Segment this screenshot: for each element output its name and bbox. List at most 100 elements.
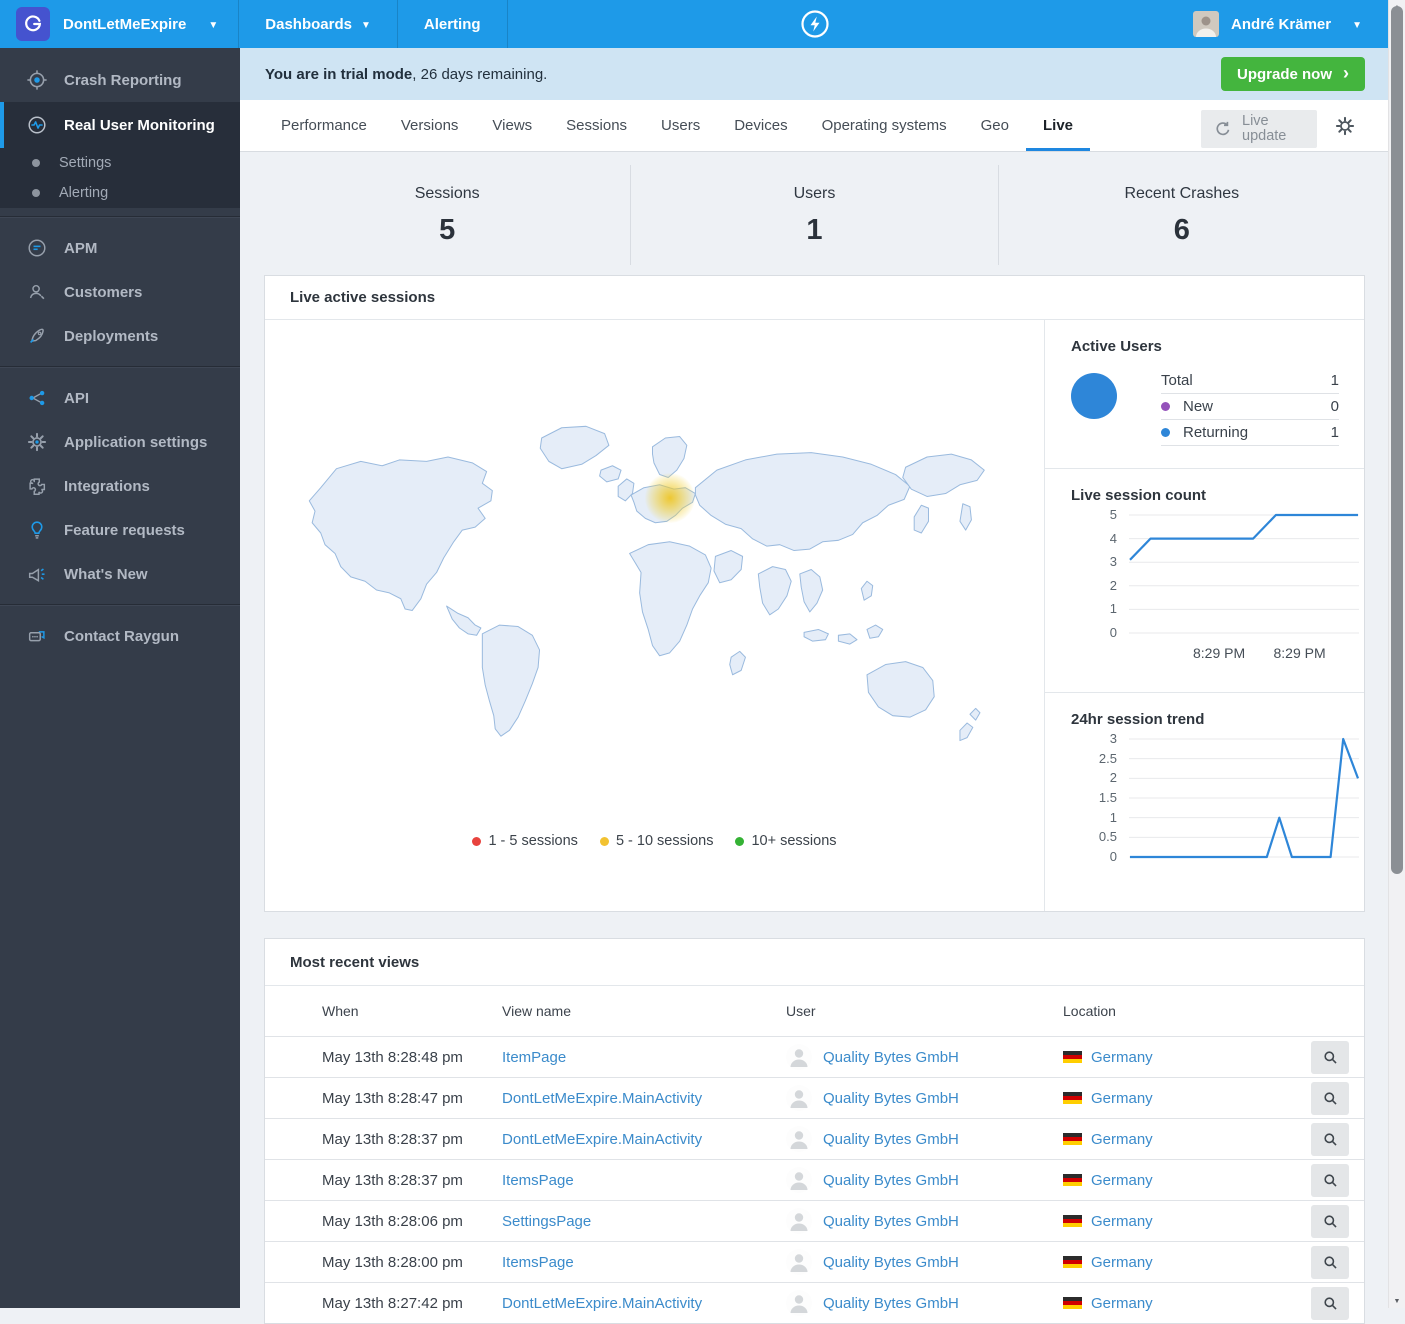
user-link[interactable]: Quality Bytes GmbH — [823, 1295, 959, 1312]
user-link[interactable]: Quality Bytes GmbH — [823, 1254, 959, 1271]
tab-users[interactable]: Users — [644, 100, 717, 151]
location-link[interactable]: Germany — [1091, 1049, 1153, 1066]
view-name-link[interactable]: DontLetMeExpire.MainActivity — [502, 1090, 702, 1107]
y-tick-label: 0 — [1109, 849, 1117, 864]
stat-sessions: Sessions 5 — [264, 165, 630, 265]
user-avatar-icon — [786, 1290, 812, 1316]
tab-live[interactable]: Live — [1025, 100, 1090, 151]
location-link[interactable]: Germany — [1091, 1090, 1153, 1107]
chevron-down-icon: ▼ — [360, 19, 371, 31]
sidebar-item-rum-alerting[interactable]: Alerting — [0, 178, 240, 208]
table-row: May 13th 8:28:06 pm SettingsPage Quality B… — [265, 1200, 1364, 1241]
user-link[interactable]: Quality Bytes GmbH — [823, 1090, 959, 1107]
view-name-link[interactable]: SettingsPage — [502, 1213, 591, 1230]
sidebar-item-rum-settings[interactable]: Settings — [0, 148, 240, 178]
y-tick-label: 2 — [1109, 577, 1117, 593]
inspect-view-button[interactable] — [1311, 1163, 1349, 1197]
inspect-view-button[interactable] — [1311, 1286, 1349, 1320]
megaphone-icon — [26, 563, 48, 585]
crosshair-icon — [26, 69, 48, 91]
sidebar-item-whats-new[interactable]: What's New — [0, 552, 240, 596]
user-menu[interactable]: André Krämer ▼ — [1193, 0, 1388, 48]
sidebar-item-apm[interactable]: APM — [0, 226, 240, 270]
location-link[interactable]: Germany — [1091, 1213, 1153, 1230]
germany-flag-icon — [1063, 1133, 1082, 1145]
sidebar-item-customers[interactable]: Customers — [0, 270, 240, 314]
scroll-down-arrow-icon[interactable]: ▼ — [1389, 1295, 1405, 1307]
vertical-scrollbar[interactable]: ▲ ▼ — [1388, 0, 1405, 1308]
app-name: DontLetMeExpire — [63, 15, 187, 33]
inspect-view-button[interactable] — [1311, 1245, 1349, 1279]
x-axis-label: 8:29 PM — [1193, 645, 1246, 661]
active-users-row-label: New — [1183, 398, 1214, 415]
column-user: User — [786, 1003, 816, 1019]
sidebar-item-contact-raygun[interactable]: Contact Raygun — [0, 614, 240, 658]
action-cell — [1311, 1204, 1349, 1238]
sidebar-item-api[interactable]: API — [0, 376, 240, 420]
nav-alerting[interactable]: Alerting — [398, 0, 508, 48]
y-tick-label: 3 — [1109, 731, 1117, 746]
view-name-link[interactable]: DontLetMeExpire.MainActivity — [502, 1131, 702, 1148]
inspect-view-button[interactable] — [1311, 1040, 1349, 1074]
user-link[interactable]: Quality Bytes GmbH — [823, 1213, 959, 1230]
stat-label: Users — [793, 185, 836, 202]
view-name-cell: ItemPage — [502, 1049, 786, 1066]
sidebar-item-real-user-monitoring[interactable]: Real User Monitoring — [0, 102, 240, 148]
sidebar-item-integrations[interactable]: Integrations — [0, 464, 240, 508]
nav-dashboards-label: Dashboards — [265, 15, 352, 33]
column-view-name: View name — [502, 1003, 572, 1019]
view-time: May 13th 8:28:48 pm — [322, 1048, 463, 1066]
sidebar-item-crash-reporting[interactable]: Crash Reporting — [0, 58, 240, 102]
sidebar-item-label: API — [64, 389, 90, 407]
legend-dot-icon — [1161, 428, 1170, 437]
sidebar-item-application-settings[interactable]: Application settings — [0, 420, 240, 464]
lightbulb-icon — [26, 519, 48, 541]
sidebar-item-feature-requests[interactable]: Feature requests — [0, 508, 240, 552]
view-name-cell: ItemsPage — [502, 1172, 786, 1189]
action-cell — [1311, 1122, 1349, 1156]
column-location: Location — [1063, 1003, 1116, 1019]
view-name-link[interactable]: ItemPage — [502, 1049, 566, 1066]
tab-devices[interactable]: Devices — [717, 100, 804, 151]
tab-views[interactable]: Views — [475, 100, 549, 151]
lightning-bolt-icon[interactable] — [798, 7, 832, 41]
tab-operating-systems[interactable]: Operating systems — [805, 100, 964, 151]
x-axis-label: 8:29 PM — [1273, 645, 1326, 661]
world-map: 1 - 5 sessions 5 - 10 sessions 10+ session… — [265, 320, 1044, 911]
sidebar-item-deployments[interactable]: Deployments — [0, 314, 240, 358]
tab-sessions[interactable]: Sessions — [549, 100, 644, 151]
user-link[interactable]: Quality Bytes GmbH — [823, 1131, 959, 1148]
user-cell: Quality Bytes GmbH — [786, 1208, 1063, 1234]
tab-geo[interactable]: Geo — [964, 100, 1026, 151]
legend-item: 5 - 10 sessions — [599, 833, 713, 849]
user-link[interactable]: Quality Bytes GmbH — [823, 1172, 959, 1189]
user-avatar-icon — [786, 1085, 812, 1111]
location-link[interactable]: Germany — [1091, 1254, 1153, 1271]
tab-performance[interactable]: Performance — [264, 100, 384, 151]
tab-versions[interactable]: Versions — [384, 100, 476, 151]
live-side-column: Active Users Total 1 New 0 Returning 1 Live s… — [1044, 320, 1364, 911]
scrollbar-thumb[interactable] — [1391, 6, 1403, 874]
location-link[interactable]: Germany — [1091, 1131, 1153, 1148]
location-cell: Germany — [1063, 1172, 1311, 1189]
legend-item: 1 - 5 sessions — [472, 833, 578, 849]
view-name-link[interactable]: ItemsPage — [502, 1254, 574, 1271]
location-link[interactable]: Germany — [1091, 1172, 1153, 1189]
inspect-view-button[interactable] — [1311, 1122, 1349, 1156]
inspect-view-button[interactable] — [1311, 1204, 1349, 1238]
nav-dashboards[interactable]: Dashboards ▼ — [239, 0, 398, 48]
settings-gear-icon[interactable] — [1334, 115, 1356, 137]
user-link[interactable]: Quality Bytes GmbH — [823, 1049, 959, 1066]
view-name-link[interactable]: DontLetMeExpire.MainActivity — [502, 1295, 702, 1312]
table-row: May 13th 8:28:48 pm ItemPage Quality Bytes… — [265, 1036, 1364, 1077]
table-row: May 13th 8:28:00 pm ItemsPage Quality Byte… — [265, 1241, 1364, 1282]
inspect-view-button[interactable] — [1311, 1081, 1349, 1115]
location-link[interactable]: Germany — [1091, 1295, 1153, 1312]
upgrade-now-button[interactable]: Upgrade now › — [1220, 57, 1365, 91]
location-cell: Germany — [1063, 1090, 1311, 1107]
view-name-link[interactable]: ItemsPage — [502, 1172, 574, 1189]
live-update-button[interactable]: Live update — [1201, 110, 1317, 148]
view-name-cell: ItemsPage — [502, 1254, 786, 1271]
app-switcher[interactable]: DontLetMeExpire ▼ — [0, 0, 240, 48]
view-name-cell: DontLetMeExpire.MainActivity — [502, 1131, 786, 1148]
